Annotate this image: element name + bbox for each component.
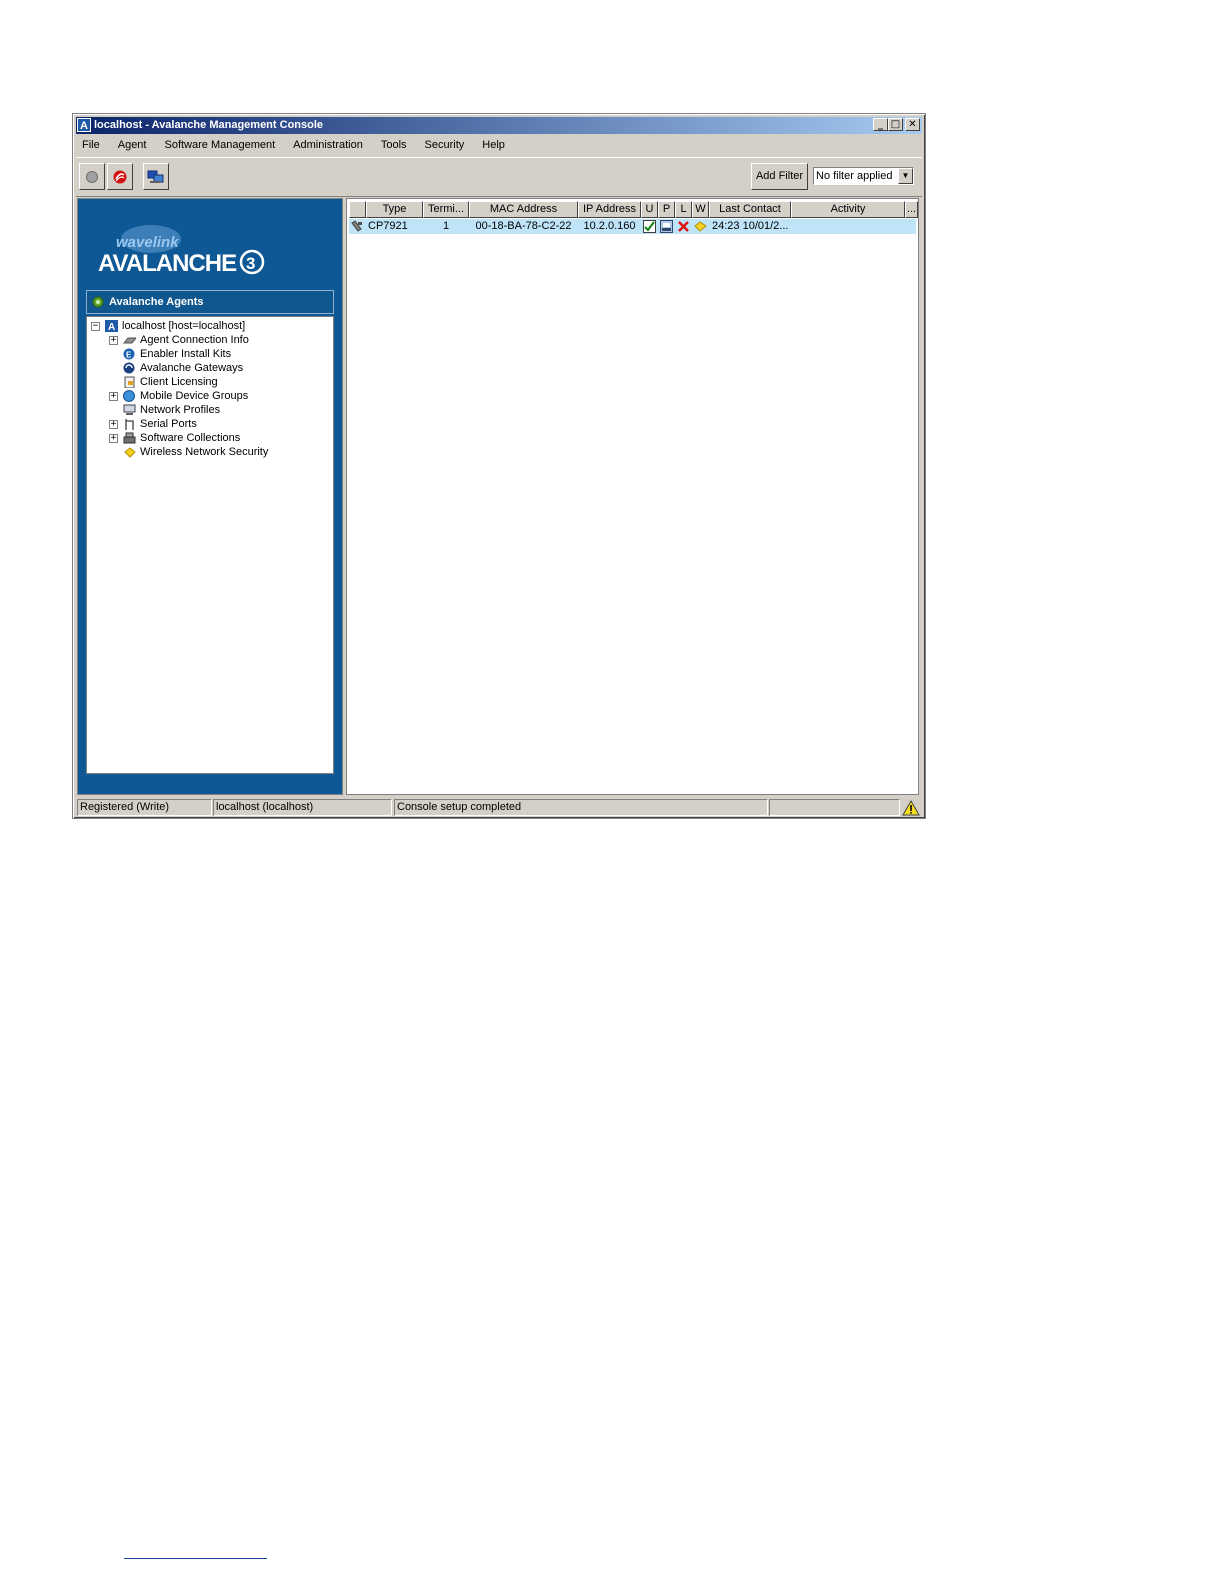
svg-text:A: A [108,322,115,332]
status-message: Console setup completed [394,799,768,816]
filter-value: No filter applied [816,170,893,182]
tree-item-software-collections[interactable]: + Software Collections [109,431,329,445]
software-icon [123,432,136,444]
column-header-u[interactable]: U [641,201,658,218]
logo-main-text: AVALANCHE [98,250,237,277]
serial-port-icon [125,419,134,430]
left-pane: wavelink AVALANCHE 3 Avalanche Agents − … [77,198,343,795]
tree-item-network-profiles[interactable]: Network Profiles [109,403,329,417]
svg-text:E: E [126,351,132,360]
connect-button[interactable] [79,163,105,190]
disconnect-button[interactable] [107,163,133,190]
license-icon [124,376,135,388]
app-icon: A [77,118,91,132]
column-header-p[interactable]: P [658,201,675,218]
tree-item-agent-connection-info[interactable]: + Agent Connection Info [109,333,329,347]
tree-item-client-licensing[interactable]: Client Licensing [109,375,329,389]
agents-header-label: Avalanche Agents [109,296,204,308]
minimize-button[interactable]: _ [873,118,888,131]
filter-select[interactable]: No filter applied ▼ [813,167,914,185]
menu-security[interactable]: Security [416,139,474,151]
column-header-w[interactable]: W [692,201,709,218]
x-icon [678,221,689,232]
column-header-mac[interactable]: MAC Address [469,201,578,218]
payload-icon [660,220,673,233]
logo-small-text: wavelink [116,234,179,251]
column-header-icon[interactable] [349,201,366,218]
expand-icon[interactable]: + [109,392,118,401]
cell-last-contact: 24:23 10/01/2... [712,220,789,232]
cell-terminal: 1 [442,220,450,232]
toolbar: Add Filter No filter applied ▼ [76,157,922,197]
device-group-icon [123,390,135,402]
connect-icon [86,170,98,183]
agents-header: Avalanche Agents [86,290,334,314]
tree-item-enabler-install-kits[interactable]: E Enabler Install Kits [109,347,329,361]
column-header-ip[interactable]: IP Address [578,201,641,218]
device-icon [351,220,362,232]
localhost-icon: A [105,320,118,332]
column-header-more[interactable]: ... [905,201,918,218]
cell-ip: 10.2.0.160 [583,220,636,232]
expand-icon[interactable]: + [109,336,118,345]
tree-item-avalanche-gateways[interactable]: Avalanche Gateways [109,361,329,375]
gateway-icon [123,362,135,374]
agents-tree: − A localhost [host=localhost] + Agent C… [86,316,334,774]
close-button[interactable]: ✕ [905,118,920,131]
console-button[interactable] [143,163,169,190]
tree-root-label: localhost [host=localhost] [122,320,246,332]
cell-mac: 00-18-BA-78-C2-22 [475,220,572,232]
table-row[interactable]: CP7921 1 00-18-BA-78-C2-22 10.2.0.160 24… [349,219,916,234]
menu-help[interactable]: Help [473,139,514,151]
check-icon [643,220,656,233]
collapse-icon[interactable]: − [91,322,100,331]
window-title: localhost - Avalanche Management Console [94,119,324,131]
tree-root[interactable]: − A localhost [host=localhost] [91,319,331,333]
cell-type: CP7921 [368,220,408,232]
gear-icon [92,296,104,308]
lock-icon [694,221,707,232]
column-header-activity[interactable]: Activity [791,201,905,218]
column-header-last-contact[interactable]: Last Contact [709,201,791,218]
tree-item-serial-ports[interactable]: + Serial Ports [109,417,329,431]
column-header-terminal[interactable]: Termi... [423,201,469,218]
tree-item-mobile-device-groups[interactable]: + Mobile Device Groups [109,389,329,403]
status-host: localhost (localhost) [213,799,392,816]
menu-administration[interactable]: Administration [284,139,372,151]
menu-tools[interactable]: Tools [372,139,416,151]
menu-file[interactable]: File [76,139,109,151]
status-progress [769,799,900,816]
maximize-button[interactable]: □ [888,118,903,131]
status-registration: Registered (Write) [77,799,212,816]
lock-icon [124,447,136,458]
footer-link-underline [124,1558,267,1559]
expand-icon[interactable]: + [109,420,118,429]
chevron-down-icon[interactable]: ▼ [898,168,913,184]
console-icon [147,170,164,183]
menu-bar: File Agent Software Management Administr… [76,135,922,155]
column-header-type[interactable]: Type [366,201,423,218]
warning-icon[interactable] [902,800,920,816]
expand-icon[interactable]: + [109,434,118,443]
console-window: A localhost - Avalanche Management Conso… [72,113,926,819]
avalanche-logo: wavelink AVALANCHE 3 [96,217,276,277]
cell-activity [791,219,905,234]
column-header-l[interactable]: L [675,201,692,218]
disconnect-icon [113,170,127,183]
install-kit-icon: E [123,348,135,360]
title-bar[interactable]: A localhost - Avalanche Management Conso… [76,117,922,134]
device-grid: Type Termi... MAC Address IP Address U P… [346,198,919,795]
connection-icon [123,337,136,344]
menu-software-management[interactable]: Software Management [155,139,284,151]
tree-item-wireless-network-security[interactable]: Wireless Network Security [109,445,329,459]
network-icon [123,404,136,415]
logo-version: 3 [246,254,255,273]
add-filter-button[interactable]: Add Filter [751,163,808,190]
status-bar: Registered (Write) localhost (localhost)… [76,798,922,817]
menu-agent[interactable]: Agent [109,139,156,151]
